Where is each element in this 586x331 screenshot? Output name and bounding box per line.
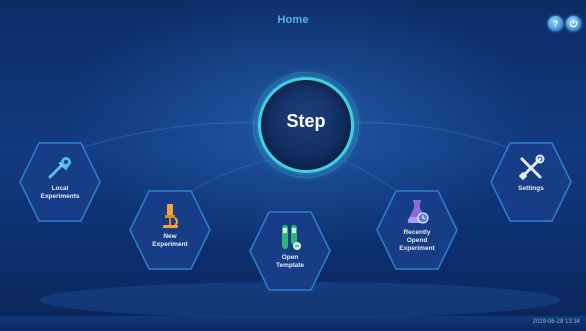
label-line: Experiment [399,245,435,252]
label-line: Template [275,262,305,269]
recently-opened-experiment-button[interactable]: Recently Opend Experiment [375,189,459,271]
step-button[interactable]: Step [253,72,359,178]
microscope-icon [163,204,178,228]
label-line: Open [281,254,299,261]
open-template-label: Open Template [248,254,332,270]
settings-label: Settings [489,185,573,193]
local-experiments-label: Local Experiments [18,185,102,201]
status-bar: 2019-06-28 13:34 [0,316,586,331]
label-line: Settings [518,185,544,192]
test-tubes-icon [282,225,301,250]
step-label: Step [286,111,326,131]
label-line: Experiment [152,241,188,248]
recently-opened-experiment-label: Recently Opend Experiment [375,229,459,253]
local-experiments-button[interactable]: Local Experiments [18,141,102,223]
pipette-location-icon [48,157,71,179]
tools-icon [518,154,545,181]
label-line: New [163,233,177,240]
datetime-display: 2019-06-28 13:34 [532,319,580,325]
open-template-button[interactable]: Open Template [248,210,332,292]
label-line: Opend [406,237,428,244]
home-screen: Home ? Step Local Experiments New Experi… [0,0,586,331]
label-line: Recently [403,229,431,236]
new-experiment-button[interactable]: New Experiment [128,189,212,271]
settings-button[interactable]: Settings [489,141,573,223]
label-line: Local [51,185,69,192]
new-experiment-label: New Experiment [128,233,212,249]
flask-clock-icon [407,200,429,224]
label-line: Experiments [40,193,80,200]
